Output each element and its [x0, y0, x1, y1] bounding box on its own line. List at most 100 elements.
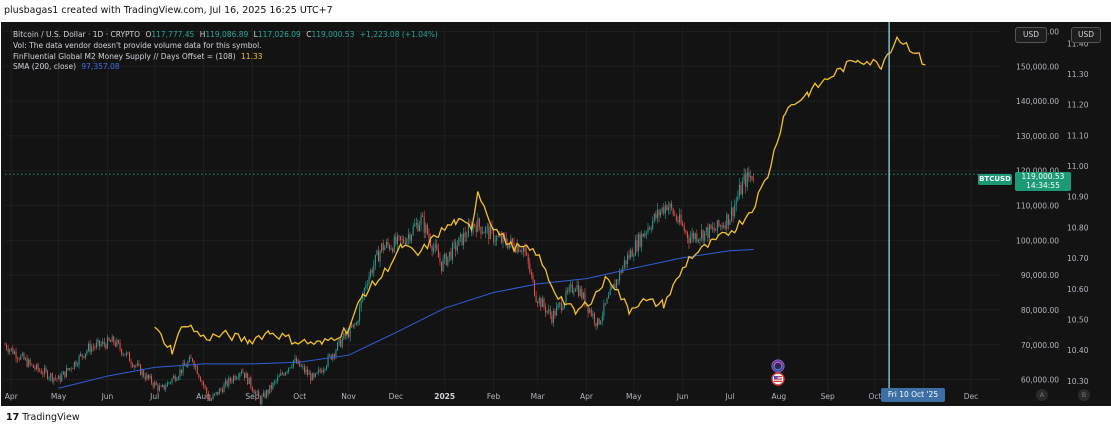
candle-body — [127, 352, 129, 354]
x-axis-tick-label: Apr — [5, 392, 19, 401]
tradingview-logo[interactable]: 17 TradingView — [6, 412, 80, 423]
crosshair-date-label: Fri 10 Oct '25 — [881, 388, 945, 402]
candle-body — [270, 384, 272, 389]
candle-body — [281, 372, 283, 375]
candle-body — [608, 295, 610, 299]
candle-body — [606, 298, 608, 304]
candle-body — [141, 370, 143, 375]
candle-body — [307, 369, 309, 375]
legend-sma-row[interactable]: SMA (200, close) 97,357.08 — [13, 62, 438, 73]
candle-body — [627, 255, 628, 265]
candle-body — [400, 236, 402, 240]
candle-body — [95, 342, 97, 348]
candle-body — [58, 375, 60, 380]
candle-body — [228, 377, 230, 386]
candle-body — [682, 223, 684, 226]
y-axis-left-tick-label: 70,000.00 — [1021, 341, 1059, 350]
candle-body — [114, 342, 116, 346]
candle-body — [173, 375, 175, 379]
candle-body — [144, 376, 146, 380]
candle-body — [329, 354, 331, 356]
legend-volume-row[interactable]: Vol: The data vendor doesn't provide vol… — [13, 41, 438, 52]
candle-body — [534, 280, 536, 296]
candle-body — [218, 389, 220, 395]
candle-body — [522, 247, 524, 252]
legend-m2-row[interactable]: FinFluential Global M2 Money Supply // D… — [13, 52, 438, 63]
candle-body — [113, 336, 115, 343]
candle-body — [275, 380, 277, 382]
y-axis-left-tick-label: 90,000.00 — [1021, 271, 1059, 280]
split-event-icon[interactable] — [770, 359, 786, 373]
candle-body — [699, 238, 701, 240]
candle-body — [548, 309, 550, 311]
candle-body — [13, 351, 15, 354]
candle-body — [308, 373, 310, 375]
candle-body — [332, 354, 334, 360]
corner-button-b[interactable]: B — [1078, 389, 1090, 401]
chart-panel[interactable]: Apr May Jun Jul Aug Sep Oct Nov Dec 2025 Feb Mar Apr… — [0, 22, 1111, 406]
candle-body — [325, 365, 327, 370]
candle-body — [215, 391, 217, 394]
candle-body — [647, 227, 649, 233]
price-chart[interactable]: Apr May Jun Jul Aug Sep Oct Nov Dec 2025 Feb Mar Apr… — [1, 22, 1111, 406]
candle-body — [664, 205, 666, 214]
candle-body — [589, 309, 591, 313]
last-price-value: 119,000.53 — [1021, 172, 1065, 181]
currency-button-right[interactable]: USD — [1071, 27, 1101, 43]
candle-body — [653, 213, 655, 221]
candle-body — [176, 379, 178, 381]
candle-body — [562, 307, 564, 310]
candle-body — [529, 263, 531, 273]
candle-body — [226, 380, 228, 386]
candle-body — [393, 236, 395, 252]
candle-body — [102, 341, 104, 345]
tradingview-brand: TradingView — [22, 412, 80, 423]
candle-body — [467, 224, 469, 237]
legend-ohlc-row[interactable]: Bitcoin / U.S. Dollar · 1D · CRYPTO O117… — [13, 30, 438, 41]
m2-money-supply-line[interactable] — [154, 35, 926, 355]
candle-body — [679, 214, 681, 223]
candle-body — [387, 241, 389, 246]
candle-body — [31, 363, 33, 365]
candle-body — [236, 377, 238, 380]
candle-body — [368, 276, 370, 285]
candle-body — [398, 235, 400, 237]
y-axis-right-tick-label: 10.80 — [1067, 223, 1089, 232]
candle-body — [250, 377, 252, 388]
candle-body — [210, 398, 212, 401]
candle-body — [656, 209, 658, 219]
candle-body — [278, 375, 280, 378]
candle-body — [244, 372, 246, 378]
candle-body — [415, 222, 417, 225]
sma-200-line[interactable] — [58, 249, 754, 389]
candle-body — [220, 389, 222, 390]
candle-body — [237, 377, 239, 378]
candle-body — [543, 298, 545, 307]
candle-body — [497, 236, 499, 237]
y-axis-right-tick-label: 11.10 — [1067, 131, 1089, 140]
candle-body — [412, 226, 414, 235]
legend-symbol: Bitcoin / U.S. Dollar · 1D · CRYPTO — [13, 30, 141, 39]
candle-body — [705, 227, 707, 232]
candle-body — [45, 368, 47, 372]
candle-body — [32, 364, 34, 368]
x-axis-tick-label: Oct — [868, 392, 881, 401]
corner-button-a[interactable]: A — [1036, 389, 1048, 401]
candle-body — [597, 318, 599, 327]
candle-body — [152, 383, 154, 387]
candle-body — [53, 377, 55, 382]
economic-event-flag-icon[interactable] — [770, 372, 786, 386]
legend-high-value: 119,086.89 — [205, 30, 249, 39]
candle-body — [407, 234, 409, 239]
footer-bar: 17 TradingView — [0, 406, 1111, 428]
candle-body — [738, 185, 740, 197]
candle-body — [155, 382, 157, 385]
candle-body — [162, 384, 164, 387]
candle-body — [231, 380, 233, 382]
currency-button-left[interactable]: USD — [1015, 27, 1047, 43]
candle-body — [20, 355, 22, 360]
candle-body — [234, 376, 236, 380]
candle-body — [130, 361, 132, 365]
candle-body — [526, 252, 528, 255]
candle-body — [655, 213, 657, 219]
